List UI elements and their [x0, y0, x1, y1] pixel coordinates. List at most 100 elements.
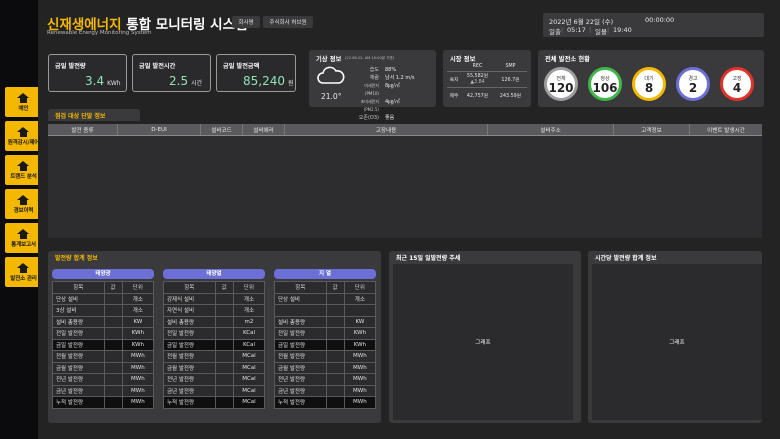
status-standby[interactable]: 대기 8 [632, 67, 666, 101]
page-subtitle: Renewable Energy Monitoring System [47, 30, 152, 36]
smp-value: 243.59원 [499, 93, 522, 99]
plant-status-panel: 전체 발전소 현황 전체 120 정상 106 대기 8 경고 2 고장 4 [538, 50, 764, 107]
today-hours-card: 금일 발전시간 2.5 시간 [132, 54, 211, 92]
table-row: 전년 발전량 MWh [52, 373, 155, 386]
column-header[interactable]: 이벤트 발생시간 [690, 124, 762, 135]
table-header-row: 항목 값 단위 [274, 281, 377, 294]
table-header-row: 항목 값 단위 [163, 281, 266, 294]
sunset-time: 19:40 [613, 26, 632, 34]
table-row: 금월 발전량 MWh [274, 361, 377, 374]
nav-item-trend[interactable]: 트렌드 분석 [5, 155, 42, 185]
weather-details: 습도 88% 체람 남서 1.2 m/s 미세먼지(PM10) 8㎍/㎥ 초미세먼지(… [353, 66, 433, 122]
summary-title: 발전량 합계 정보 [48, 251, 140, 263]
status-normal[interactable]: 정상 106 [588, 67, 622, 101]
table-row: 강제식 설비 개소 [163, 292, 266, 305]
trend15-title: 최근 15일 일발전량 추세 [389, 251, 483, 263]
table-row: 설비 총용량 m2 [163, 315, 266, 328]
cloud-icon [317, 66, 345, 84]
company-label: 회사명 [232, 16, 260, 28]
inspect-table-header: 발전 종류 D-EUI 설비코드 설비에러 고장내용 설비주소 고객정보 이벤트… [48, 124, 762, 136]
card-title: 금일 발전시간 [139, 63, 176, 70]
column-header[interactable]: 설비코드 [201, 124, 243, 135]
nav-item-home[interactable]: 예인 [5, 87, 42, 117]
column-header[interactable]: 설비에러 [243, 124, 285, 135]
sunrise-time: 05:17 [567, 26, 586, 34]
region-label: 육지 [449, 78, 459, 83]
today-amount-card: 금일 발전금액 85,240 원 [216, 54, 296, 92]
thermal-table: 태양열 항목 값 단위 강제식 설비 개소 자연식 설비 개소 설비 총용량 m2 전일 … [163, 269, 266, 409]
home-icon [17, 126, 30, 137]
status-total[interactable]: 전체 120 [544, 67, 578, 101]
card-title: 금일 발전금액 [223, 63, 260, 70]
plant-status-title: 전체 발전소 현황 [545, 56, 590, 63]
sunrise-label: 일출 [549, 28, 561, 36]
temperature: 21.0° [321, 92, 342, 101]
divider: | [589, 26, 592, 34]
table-row: 전월 발전량 MWh [52, 350, 155, 363]
table-row: 누적 발전량 MWh [274, 396, 377, 409]
weather-row: 오존(O3) 좋음 [358, 115, 395, 121]
table-row: 단상 설비 개소 [274, 292, 377, 305]
company-name: 주식회사 허브원 [263, 16, 313, 28]
home-icon [17, 194, 30, 205]
rec-value: 55,582원 ▲3.84 [466, 73, 489, 85]
table-row: 설비 총용량 KW [274, 315, 377, 328]
weather-row: 습도 88% [369, 67, 397, 73]
solar-table: 태양광 항목 값 단위 단상 설비 개소 3상 설비 개소 설비 총용량 KW 전일 발전… [52, 269, 155, 409]
weather-panel: 기상 정보 (22.06.22. AM 10:00분 기준) 21.0° 습도 8… [309, 50, 436, 121]
nav-item-alarm-history[interactable]: 경보이력 [5, 189, 42, 219]
table-row: 단상 설비 개소 [52, 292, 155, 305]
weather-row: 미세먼지(PM10) 8㎍/㎥ [364, 83, 400, 96]
hourly-graph: 그래프 [592, 264, 762, 420]
table-row: 누적 발전량 MWh [52, 396, 155, 409]
column-header[interactable]: 설비주소 [488, 124, 614, 135]
weather-title: 기상 정보 [316, 56, 342, 63]
sunset-label: 일몰 [595, 28, 607, 36]
market-title: 시장 정보 [450, 56, 476, 63]
table-row: 금일 발전량 KCal [163, 338, 266, 351]
card-value: 3.4 KWh [85, 74, 121, 88]
table-row: 전월 발전량 MCal [163, 350, 266, 363]
current-date: 2022년 6월 22일 (수) [549, 18, 614, 26]
table-row: 금년 발전량 MWh [274, 384, 377, 397]
weather-row: 체람 남서 1.2 m/s [369, 75, 415, 81]
date-time-box: 2022년 6월 22일 (수) 00:00:00 일출 | 05:17 | 일… [543, 13, 764, 37]
market-table: REC SMP 육지 55,582원 ▲3.84 126.7원 제주 42,757… [447, 64, 527, 104]
table-row: 전월 발전량 MWh [274, 350, 377, 363]
column-header[interactable]: 발전 종류 [48, 124, 118, 135]
table-row: 누적 발전량 MCal [163, 396, 266, 409]
table-row: 금월 발전량 MWh [52, 361, 155, 374]
sidebar: 예인 원격감시/제어 트렌드 분석 경보이력 통계보고서 발전소 관리 [0, 0, 42, 439]
column-header[interactable]: D-EUI [118, 124, 201, 135]
status-fault[interactable]: 고장 4 [720, 67, 754, 101]
weather-updated: (22.06.22. AM 10:00분 기준) [345, 56, 395, 60]
table-row: 금년 발전량 MWh [52, 384, 155, 397]
table-row: 금일 발전량 KWh [274, 338, 377, 351]
home-icon [17, 160, 30, 171]
table-row: 금월 발전량 MCal [163, 361, 266, 374]
table-row: 전년 발전량 MCal [163, 373, 266, 386]
home-icon [17, 262, 30, 273]
home-icon [17, 228, 30, 239]
rec-value: 42,757원 [466, 93, 489, 99]
card-value: 2.5 시간 [169, 74, 203, 88]
status-warning[interactable]: 경고 2 [676, 67, 710, 101]
today-generation-card: 금일 발전량 3.4 KWh [48, 54, 127, 92]
nav-item-plant-management[interactable]: 발전소 관리 [5, 257, 42, 287]
nav-item-remote-control[interactable]: 원격감시/제어 [5, 121, 42, 151]
table-row: 자연식 설비 개소 [163, 304, 266, 317]
card-value: 85,240 원 [243, 74, 294, 88]
weather-row: 초미세먼지(PM2.5) 4㎍/㎥ [360, 99, 400, 112]
nav-item-statistics[interactable]: 통계보고서 [5, 223, 42, 253]
geothermal-table-title: 지 열 [274, 269, 376, 279]
solar-table-title: 태양광 [52, 269, 154, 279]
home-icon [17, 92, 30, 103]
table-row: 전일 발전량 KWh [52, 327, 155, 340]
table-row: 3상 설비 개소 [52, 304, 155, 317]
smp-value: 126.7원 [501, 78, 520, 83]
thermal-table-title: 태양열 [163, 269, 265, 279]
table-row: 전일 발전량 KWh [274, 327, 377, 340]
column-header[interactable]: 고객정보 [614, 124, 690, 135]
column-header[interactable]: 고장내용 [285, 124, 488, 135]
geothermal-table: 지 열 항목 값 단위 단상 설비 개소 설비 총용량 KW 전일 발전량 KWh 금일 … [274, 269, 377, 409]
